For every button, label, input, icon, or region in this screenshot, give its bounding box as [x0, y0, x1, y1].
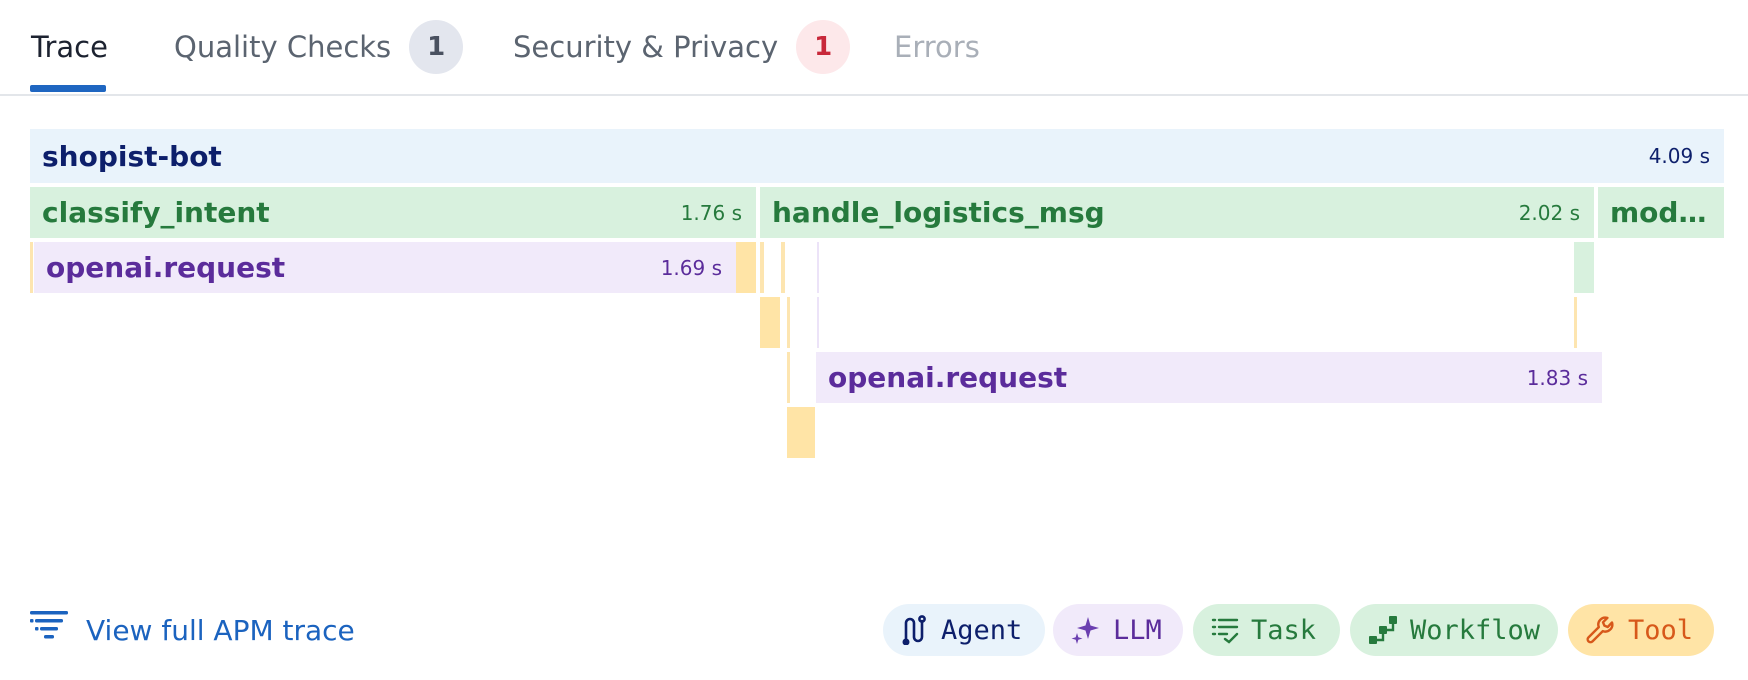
- span-name: shopist-bot: [42, 139, 222, 173]
- span-classify-intent[interactable]: classify_intent 1.76 s: [30, 187, 756, 238]
- tab-errors-label: Errors: [894, 30, 980, 64]
- span-duration: 1.83 s: [1526, 365, 1588, 390]
- agent-icon: [901, 615, 929, 645]
- span-duration: 1.76 s: [680, 200, 742, 225]
- span-tool-sliver[interactable]: [1574, 297, 1577, 348]
- tab-errors: Errors: [894, 0, 980, 94]
- span-tool[interactable]: [760, 297, 780, 348]
- filter-list-icon: [30, 610, 68, 651]
- span-tool[interactable]: [787, 407, 815, 458]
- span-llm-sliver[interactable]: [817, 242, 819, 293]
- legend-workflow: Workflow: [1350, 604, 1558, 656]
- quality-checks-count-badge: 1: [409, 20, 464, 74]
- tab-quality-checks[interactable]: Quality Checks 1: [174, 0, 464, 94]
- span-duration: 4.09 s: [1648, 144, 1710, 168]
- span-truncated[interactable]: mod…: [1598, 187, 1724, 238]
- span-name: openai.request: [828, 361, 1068, 394]
- checklist-icon: [1211, 616, 1239, 644]
- span-shopist-bot[interactable]: shopist-bot 4.09 s: [30, 129, 1724, 183]
- tab-security-privacy-label: Security & Privacy: [513, 30, 779, 64]
- legend-tool: Tool: [1568, 604, 1714, 656]
- legend-workflow-label: Workflow: [1410, 614, 1541, 646]
- span-openai-request-1[interactable]: openai.request 1.69 s: [34, 242, 736, 293]
- legend-agent: Agent: [883, 604, 1045, 656]
- span-name: mod…: [1610, 196, 1707, 229]
- legend-llm-label: LLM: [1113, 614, 1162, 646]
- span-openai-request-2[interactable]: openai.request 1.83 s: [816, 352, 1602, 403]
- span-tool-sliver[interactable]: [781, 242, 785, 293]
- tab-bar: Trace Quality Checks 1 Security & Privac…: [0, 0, 1748, 96]
- span-handle-logistics-msg[interactable]: handle_logistics_msg 2.02 s: [760, 187, 1594, 238]
- span-tool-sliver[interactable]: [760, 242, 764, 293]
- wrench-icon: [1586, 615, 1616, 645]
- span-name: openai.request: [46, 251, 286, 284]
- span-duration: 1.69 s: [660, 255, 722, 280]
- span-name: handle_logistics_msg: [772, 196, 1105, 229]
- view-apm-trace-link[interactable]: View full APM trace: [30, 604, 355, 656]
- legend-tool-label: Tool: [1628, 614, 1694, 646]
- tab-trace[interactable]: Trace: [31, 0, 108, 94]
- legend-llm: LLM: [1053, 604, 1183, 656]
- security-privacy-count-badge: 1: [796, 20, 851, 74]
- span-duration: 2.02 s: [1518, 200, 1580, 225]
- legend-agent-label: Agent: [941, 614, 1023, 646]
- span-tool-sliver[interactable]: [787, 352, 790, 403]
- tab-quality-checks-label: Quality Checks: [174, 30, 392, 64]
- legend-task: Task: [1193, 604, 1340, 656]
- span-tool-sliver[interactable]: [30, 242, 33, 293]
- legend-task-label: Task: [1251, 614, 1317, 646]
- active-tab-indicator: [30, 85, 106, 92]
- workflow-icon: [1368, 615, 1398, 645]
- span-tool[interactable]: [736, 242, 756, 293]
- view-apm-trace-label: View full APM trace: [86, 613, 355, 647]
- sparkle-icon: [1071, 615, 1101, 645]
- span-name: classify_intent: [42, 196, 270, 229]
- trace-flame-graph: shopist-bot 4.09 s classify_intent 1.76 …: [30, 129, 1724, 469]
- span-tool-sliver[interactable]: [787, 297, 790, 348]
- span-workflow-sliver[interactable]: [1574, 242, 1594, 293]
- span-llm-sliver[interactable]: [817, 297, 819, 348]
- tab-security-privacy[interactable]: Security & Privacy 1: [513, 0, 851, 94]
- tab-trace-label: Trace: [31, 30, 108, 64]
